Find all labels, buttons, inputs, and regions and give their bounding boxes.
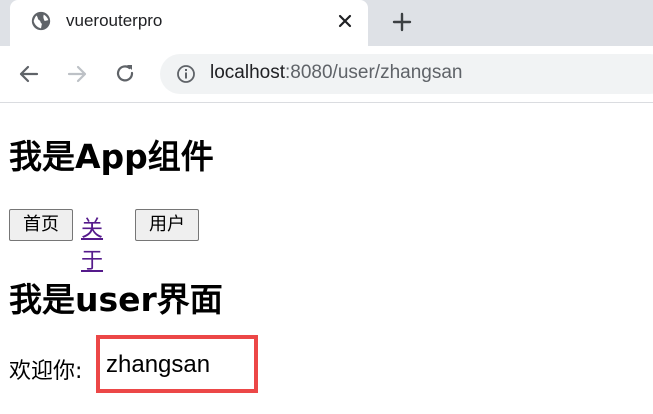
arrow-left-icon[interactable]	[16, 61, 42, 87]
globe-icon	[31, 11, 51, 31]
plus-icon[interactable]	[390, 10, 414, 34]
url-path: :8080/user/zhangsan	[285, 62, 463, 83]
home-button[interactable]: 首页	[9, 209, 73, 241]
username-text: zhangsan	[106, 351, 211, 378]
info-icon[interactable]	[176, 64, 196, 84]
tab-vuerouterpro[interactable]: vuerouterpro	[10, 0, 368, 46]
browser-window: vuerouterpro localhost:8080/user/zhangsa…	[0, 0, 653, 414]
url-host: localhost	[210, 62, 285, 83]
address-bar[interactable]: localhost:8080/user/zhangsan	[160, 54, 653, 94]
app-heading: 我是App组件	[9, 137, 214, 176]
tab-title: vuerouterpro	[66, 11, 163, 30]
tab-strip: vuerouterpro	[0, 0, 653, 46]
user-button[interactable]: 用户	[135, 209, 199, 241]
browser-toolbar: localhost:8080/user/zhangsan	[0, 46, 653, 103]
about-link[interactable]: 关于	[81, 211, 103, 275]
welcome-label: 欢迎你:	[9, 359, 83, 384]
page-content: 我是App组件 首页 关于 用户 我是user界面 欢迎你: zhangsan	[0, 103, 653, 414]
arrow-right-icon[interactable]	[64, 61, 90, 87]
url-text: localhost:8080/user/zhangsan	[210, 62, 462, 84]
user-heading: 我是user界面	[9, 280, 223, 319]
close-icon[interactable]	[335, 11, 355, 31]
reload-icon[interactable]	[112, 61, 138, 87]
